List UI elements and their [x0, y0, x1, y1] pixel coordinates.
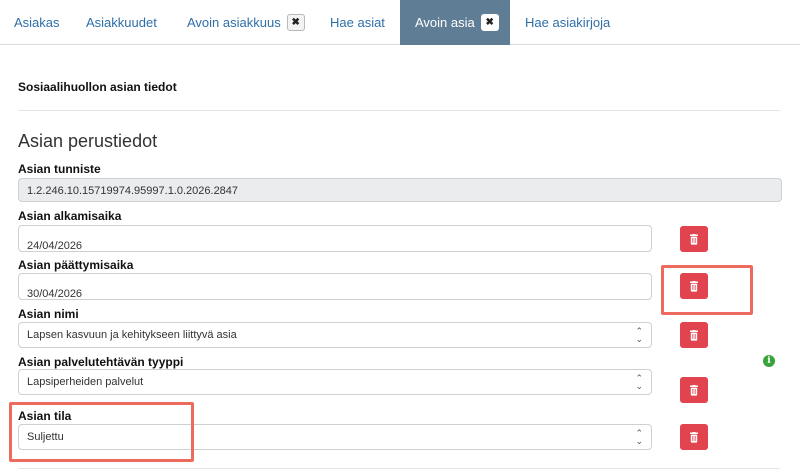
label-nimi: Asian nimi: [18, 307, 79, 321]
delete-alkamisaika-button[interactable]: [680, 226, 708, 252]
tab-label: Hae asiat: [330, 15, 385, 30]
chevron-updown-icon: ⌃ ⌄: [635, 373, 643, 391]
trash-icon: [690, 233, 698, 245]
trash-icon: [690, 329, 698, 341]
nimi-value: Lapsen kasvuun ja kehitykseen liittyvä a…: [27, 329, 237, 341]
divider: [18, 110, 780, 111]
trash-icon: [690, 431, 698, 443]
info-icon[interactable]: i: [763, 355, 775, 367]
label-tyyppi: Asian palvelutehtävän tyyppi: [18, 355, 184, 369]
delete-tyyppi-button[interactable]: [680, 377, 708, 403]
page-heading: Asian perustiedot: [18, 131, 158, 151]
trash-icon: [690, 384, 698, 396]
tab-hae-asiat[interactable]: Hae asiat: [330, 0, 385, 45]
tab-avoin-asia[interactable]: Avoin asia ✖: [400, 0, 510, 45]
tunniste-field: 1.2.246.10.15719974.95997.1.0.2026.2847: [18, 178, 782, 202]
alkamisaika-date-input[interactable]: 24/04/2026: [18, 225, 652, 252]
section-title: Sosiaalihuollon asian tiedot: [18, 80, 177, 94]
tab-label: Asiakas: [14, 15, 60, 30]
label-alkamisaika: Asian alkamisaika: [18, 209, 122, 223]
tab-avoin-asiakkuus[interactable]: Avoin asiakkuus ✖: [187, 0, 305, 45]
tab-label: Avoin asia: [415, 15, 475, 30]
close-icon[interactable]: ✖: [286, 14, 305, 31]
tab-asiakkuudet[interactable]: Asiakkuudet: [86, 0, 157, 45]
divider: [18, 468, 780, 469]
highlight-box: [9, 402, 194, 462]
tab-bar: Asiakas Asiakkuudet Avoin asiakkuus ✖ Ha…: [0, 0, 800, 45]
delete-nimi-button[interactable]: [680, 322, 708, 348]
chevron-updown-icon: ⌃ ⌄: [635, 428, 643, 446]
label-tunniste: Asian tunniste: [18, 162, 101, 176]
tab-label: Asiakkuudet: [86, 15, 157, 30]
paattymisaika-date-input[interactable]: 30/04/2026: [18, 273, 652, 300]
label-paattymisaika: Asian päättymisaika: [18, 258, 134, 272]
highlight-box: [661, 265, 753, 315]
nimi-select[interactable]: Lapsen kasvuun ja kehitykseen liittyvä a…: [18, 322, 652, 348]
tab-label: Hae asiakirjoja: [525, 15, 611, 30]
delete-tila-button[interactable]: [680, 424, 708, 450]
tab-hae-asiakirjoja[interactable]: Hae asiakirjoja: [525, 0, 610, 45]
close-icon[interactable]: ✖: [480, 14, 499, 31]
paattymisaika-value: 30/04/2026: [27, 288, 83, 300]
tyyppi-select[interactable]: Lapsiperheiden palvelut ⌃ ⌄: [18, 369, 652, 395]
tyyppi-value: Lapsiperheiden palvelut: [27, 376, 144, 388]
tab-asiakas[interactable]: Asiakas: [14, 0, 60, 45]
tunniste-value: 1.2.246.10.15719974.95997.1.0.2026.2847: [27, 185, 239, 197]
chevron-updown-icon: ⌃ ⌄: [635, 326, 643, 344]
tab-label: Avoin asiakkuus: [187, 15, 281, 30]
alkamisaika-value: 24/04/2026: [27, 240, 83, 252]
